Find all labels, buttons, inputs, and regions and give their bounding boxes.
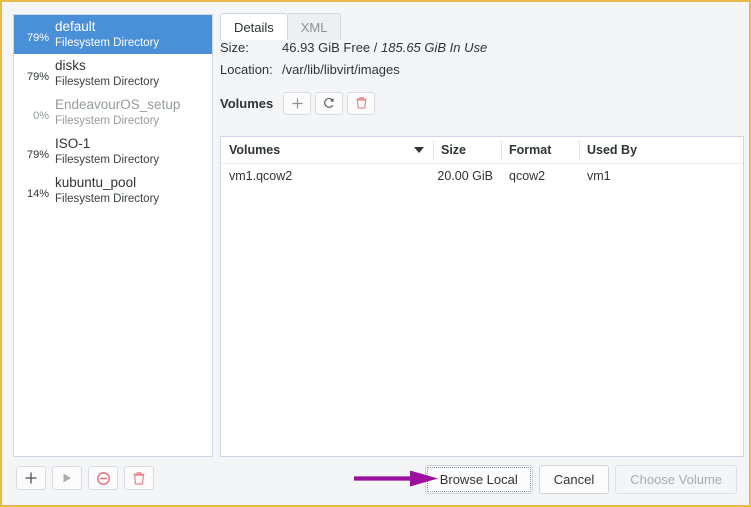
annotation-arrow (354, 469, 440, 489)
plus-icon (292, 97, 303, 109)
arrow-right-icon (354, 470, 438, 487)
pool-type: Filesystem Directory (55, 114, 160, 127)
list-item[interactable]: 79% default Filesystem Directory (14, 15, 212, 54)
pool-text-block: EndeavourOS_setup Filesystem Directory (53, 97, 180, 127)
pool-name: disks (55, 58, 86, 74)
column-header-used-by-label: Used By (587, 143, 638, 157)
column-header-volumes-label: Volumes (229, 143, 281, 157)
size-inuse-text: 185.65 GiB In Use (381, 40, 488, 55)
pool-name: ISO-1 (55, 136, 91, 152)
delete-volume-button[interactable] (347, 91, 376, 115)
storage-volume-chooser-window: 79% default Filesystem Directory 79% dis… (0, 0, 751, 507)
pool-type: Filesystem Directory (55, 75, 160, 88)
dialog-buttons: Browse Local Cancel Choose Volume (424, 465, 737, 494)
cell-volume-used-by: vm1 (587, 169, 611, 183)
column-header-size-label: Size (441, 143, 467, 157)
volumes-table[interactable]: Volumes Size Format Used By vm1.qcow2 20… (220, 136, 744, 457)
pool-text-block: disks Filesystem Directory (53, 58, 159, 88)
tab-details-label: Details (234, 19, 274, 35)
tab-bar: Details XML (220, 12, 744, 40)
sort-descending-icon (414, 147, 424, 153)
storage-pool-list[interactable]: 79% default Filesystem Directory 79% dis… (13, 14, 213, 457)
list-item[interactable]: 14% kubuntu_pool Filesystem Directory (14, 171, 212, 210)
column-header-size[interactable]: Size (433, 137, 501, 163)
pool-text-block: default Filesystem Directory (53, 19, 159, 49)
pool-usage-percent: 79% (26, 32, 49, 44)
volumes-header: Volumes (220, 90, 744, 116)
browse-local-label: Browse Local (439, 472, 518, 487)
table-header-row: Volumes Size Format Used By (221, 137, 743, 164)
location-row: Location: /var/lib/libvirt/images (220, 62, 744, 84)
refresh-volumes-button[interactable] (315, 91, 344, 115)
add-volume-button[interactable] (283, 91, 312, 115)
volumes-section-label: Volumes (220, 95, 274, 111)
location-label: Location: (220, 62, 273, 77)
cell-volume-format: qcow2 (509, 169, 546, 183)
size-label: Size: (220, 40, 249, 55)
list-item[interactable]: 0% EndeavourOS_setup Filesystem Director… (14, 93, 212, 132)
size-value: 46.93 GiB Free / 185.65 GiB In Use (282, 40, 487, 55)
details-body: Size: 46.93 GiB Free / 185.65 GiB In Use… (220, 40, 744, 116)
column-header-format[interactable]: Format (501, 137, 579, 163)
pool-usage-percent: 79% (26, 71, 49, 83)
tab-xml[interactable]: XML (286, 13, 342, 40)
column-header-used-by[interactable]: Used By (579, 137, 739, 163)
pool-type: Filesystem Directory (55, 153, 160, 166)
pool-name: kubuntu_pool (55, 175, 137, 191)
column-header-volumes[interactable]: Volumes (221, 137, 433, 163)
location-value: /var/lib/libvirt/images (282, 62, 400, 77)
choose-volume-label: Choose Volume (630, 472, 722, 487)
cancel-button[interactable]: Cancel (538, 465, 610, 494)
size-row: Size: 46.93 GiB Free / 185.65 GiB In Use (220, 40, 744, 62)
browse-local-button[interactable]: Browse Local (424, 465, 533, 494)
pool-text-block: kubuntu_pool Filesystem Directory (53, 175, 159, 205)
choose-volume-button: Choose Volume (615, 465, 737, 494)
pool-type: Filesystem Directory (55, 36, 160, 49)
pool-type: Filesystem Directory (55, 192, 160, 205)
table-row[interactable]: vm1.qcow2 20.00 GiB qcow2 vm1 (221, 164, 743, 188)
trash-icon (356, 97, 367, 109)
cell-volume-name: vm1.qcow2 (229, 169, 293, 183)
list-item[interactable]: 79% ISO-1 Filesystem Directory (14, 132, 212, 171)
pool-usage-percent: 79% (26, 149, 49, 161)
refresh-icon (324, 98, 334, 108)
cell-volume-size: 20.00 GiB (437, 169, 493, 183)
tab-xml-label: XML (300, 19, 328, 35)
cancel-label: Cancel (553, 472, 595, 487)
column-header-format-label: Format (509, 143, 552, 157)
pool-text-block: ISO-1 Filesystem Directory (53, 136, 159, 166)
dialog-content: 79% default Filesystem Directory 79% dis… (2, 2, 749, 505)
pool-usage-percent: 14% (26, 188, 49, 200)
pool-usage-percent: 0% (33, 110, 49, 122)
pool-name: default (55, 19, 96, 35)
tab-details[interactable]: Details (220, 13, 288, 40)
size-free-text: 46.93 GiB Free / (282, 40, 378, 55)
volume-toolbar (283, 91, 376, 115)
pool-name: EndeavourOS_setup (55, 97, 181, 113)
list-item[interactable]: 79% disks Filesystem Directory (14, 54, 212, 93)
details-pane: Details XML Size: 46.93 GiB Free / 185.6… (220, 12, 744, 457)
